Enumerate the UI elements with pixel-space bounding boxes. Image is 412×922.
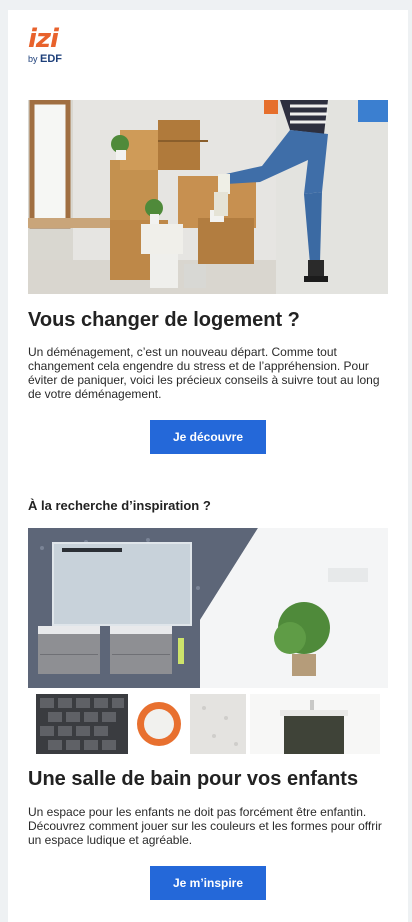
je-decouvre-button[interactable]: Je découvre bbox=[150, 420, 266, 454]
section2-body: Un espace pour les enfants ne doit pas f… bbox=[28, 805, 382, 847]
je-minspire-button[interactable]: Je m’inspire bbox=[150, 866, 266, 900]
section1-body: Un déménagement, c’est un nouveau départ… bbox=[28, 345, 380, 401]
section1-title: Vous changer de logement ? bbox=[28, 309, 300, 331]
edf-text: EDF bbox=[40, 53, 63, 65]
izi-logo[interactable]: izi by EDF bbox=[28, 26, 88, 70]
section2-title: Une salle de bain pour vos enfants bbox=[28, 768, 359, 790]
email-card: izi by EDF Vous changer de logement ? Un… bbox=[8, 10, 408, 922]
izi-wordmark: izi bbox=[28, 24, 59, 54]
moving-couple-image[interactable] bbox=[28, 100, 388, 294]
section2-kicker: À la recherche d’inspiration ? bbox=[28, 498, 211, 513]
by-text: by bbox=[28, 54, 38, 64]
bathroom-moodboard-image[interactable] bbox=[28, 528, 388, 754]
by-edf-label: by EDF bbox=[28, 53, 88, 65]
